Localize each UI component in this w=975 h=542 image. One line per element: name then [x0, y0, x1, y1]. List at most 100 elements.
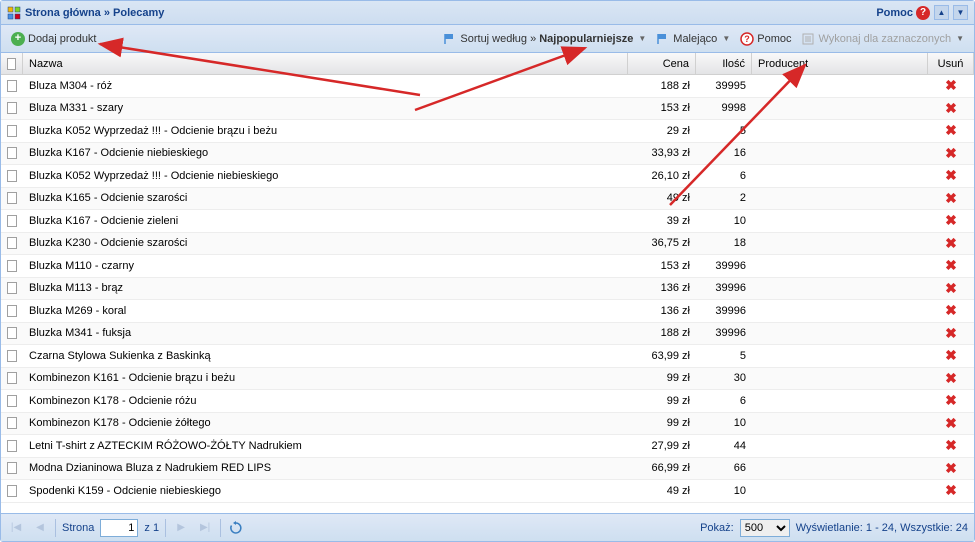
table-row[interactable]: Bluzka M113 - brąz136 zł39996✖ [1, 278, 974, 301]
row-delete-cell[interactable]: ✖ [928, 458, 974, 480]
page-next-button[interactable]: ▶ [172, 519, 190, 537]
table-row[interactable]: Spodenki K159 - Odcienie niebieskiego49 … [1, 480, 974, 503]
row-checkbox-cell[interactable] [1, 255, 23, 277]
row-checkbox-cell[interactable] [1, 368, 23, 390]
row-name-cell[interactable]: Bluzka K052 Wyprzedaż !!! - Odcienie nie… [23, 165, 628, 187]
row-name-cell[interactable]: Bluzka K167 - Odcienie zieleni [23, 210, 628, 232]
row-checkbox-cell[interactable] [1, 458, 23, 480]
row-name-cell[interactable]: Kombinezon K178 - Odcienie żółtego [23, 413, 628, 435]
row-name-cell[interactable]: Bluza M331 - szary [23, 98, 628, 120]
row-name-cell[interactable]: Bluzka M341 - fuksja [23, 323, 628, 345]
close-button[interactable]: ▼ [953, 5, 968, 20]
row-checkbox-cell[interactable] [1, 278, 23, 300]
row-name-cell[interactable]: Letni T-shirt z AZTECKIM RÓŻOWO-ŻÓŁTY Na… [23, 435, 628, 457]
table-row[interactable]: Kombinezon K161 - Odcienie brązu i beżu9… [1, 368, 974, 391]
row-name-cell[interactable]: Bluzka K230 - Odcienie szarości [23, 233, 628, 255]
toolbar-help-button[interactable]: ? Pomoc [736, 30, 795, 48]
table-row[interactable]: Bluza M331 - szary153 zł9998✖ [1, 98, 974, 121]
page-size-select[interactable]: 500 [740, 519, 790, 537]
row-producer-cell [752, 255, 928, 277]
page-number-input[interactable] [100, 519, 138, 537]
row-checkbox-cell[interactable] [1, 435, 23, 457]
refresh-button[interactable] [227, 519, 245, 537]
row-delete-cell[interactable]: ✖ [928, 278, 974, 300]
sort-direction-button[interactable]: Malejąco ▼ [652, 30, 734, 48]
row-delete-cell[interactable]: ✖ [928, 368, 974, 390]
column-header-name[interactable]: Nazwa [23, 53, 628, 74]
row-name-cell[interactable]: Kombinezon K178 - Odcienie różu [23, 390, 628, 412]
row-name-cell[interactable]: Bluza M304 - róż [23, 75, 628, 97]
column-header-checkbox[interactable] [1, 53, 23, 74]
row-checkbox-cell[interactable] [1, 390, 23, 412]
row-name-cell[interactable]: Bluzka M110 - czarny [23, 255, 628, 277]
row-checkbox-cell[interactable] [1, 300, 23, 322]
row-delete-cell[interactable]: ✖ [928, 98, 974, 120]
table-row[interactable]: Bluzka M269 - koral136 zł39996✖ [1, 300, 974, 323]
row-delete-cell[interactable]: ✖ [928, 390, 974, 412]
row-delete-cell[interactable]: ✖ [928, 300, 974, 322]
row-delete-cell[interactable]: ✖ [928, 165, 974, 187]
page-prev-button[interactable]: ◀ [31, 519, 49, 537]
bulk-actions-button[interactable]: Wykonaj dla zaznaczonych ▼ [797, 30, 968, 48]
table-row[interactable]: Bluzka K230 - Odcienie szarości36,75 zł1… [1, 233, 974, 256]
table-row[interactable]: Kombinezon K178 - Odcienie różu99 zł6✖ [1, 390, 974, 413]
column-header-price[interactable]: Cena [628, 53, 696, 74]
row-delete-cell[interactable]: ✖ [928, 435, 974, 457]
row-name-cell[interactable]: Bluzka M269 - koral [23, 300, 628, 322]
row-name-cell[interactable]: Modna Dzianinowa Bluza z Nadrukiem RED L… [23, 458, 628, 480]
row-checkbox-cell[interactable] [1, 75, 23, 97]
table-row[interactable]: Kombinezon K178 - Odcienie żółtego99 zł1… [1, 413, 974, 436]
sort-by-button[interactable]: Sortuj według » Najpopularniejsze ▼ [439, 30, 650, 48]
row-name-cell[interactable]: Spodenki K159 - Odcienie niebieskiego [23, 480, 628, 502]
page-first-button[interactable]: |◀ [7, 519, 25, 537]
checkbox-icon [7, 102, 17, 114]
table-row[interactable]: Bluzka K167 - Odcienie niebieskiego33,93… [1, 143, 974, 166]
table-row[interactable]: Bluza M304 - róż188 zł39995✖ [1, 75, 974, 98]
table-row[interactable]: Bluzka K052 Wyprzedaż !!! - Odcienie nie… [1, 165, 974, 188]
table-row[interactable]: Modna Dzianinowa Bluza z Nadrukiem RED L… [1, 458, 974, 481]
row-checkbox-cell[interactable] [1, 165, 23, 187]
table-row[interactable]: Bluzka M341 - fuksja188 zł39996✖ [1, 323, 974, 346]
table-row[interactable]: Bluzka K167 - Odcienie zieleni39 zł10✖ [1, 210, 974, 233]
row-name-cell[interactable]: Kombinezon K161 - Odcienie brązu i beżu [23, 368, 628, 390]
row-producer-cell [752, 120, 928, 142]
help-link[interactable]: Pomoc ? [876, 6, 930, 20]
row-delete-cell[interactable]: ✖ [928, 480, 974, 502]
row-checkbox-cell[interactable] [1, 323, 23, 345]
table-row[interactable]: Letni T-shirt z AZTECKIM RÓŻOWO-ŻÓŁTY Na… [1, 435, 974, 458]
row-checkbox-cell[interactable] [1, 188, 23, 210]
row-name-cell[interactable]: Czarna Stylowa Sukienka z Baskinką [23, 345, 628, 367]
column-header-qty[interactable]: Ilość [696, 53, 752, 74]
row-checkbox-cell[interactable] [1, 345, 23, 367]
collapse-up-button[interactable]: ▲ [934, 5, 949, 20]
row-name-cell[interactable]: Bluzka M113 - brąz [23, 278, 628, 300]
row-checkbox-cell[interactable] [1, 233, 23, 255]
row-checkbox-cell[interactable] [1, 210, 23, 232]
row-checkbox-cell[interactable] [1, 143, 23, 165]
row-delete-cell[interactable]: ✖ [928, 75, 974, 97]
row-checkbox-cell[interactable] [1, 480, 23, 502]
add-product-button[interactable]: + Dodaj produkt [7, 30, 101, 48]
column-header-delete[interactable]: Usuń [928, 53, 974, 74]
table-row[interactable]: Bluzka K052 Wyprzedaż !!! - Odcienie brą… [1, 120, 974, 143]
table-row[interactable]: Bluzka M110 - czarny153 zł39996✖ [1, 255, 974, 278]
row-delete-cell[interactable]: ✖ [928, 345, 974, 367]
row-delete-cell[interactable]: ✖ [928, 233, 974, 255]
row-name-cell[interactable]: Bluzka K052 Wyprzedaż !!! - Odcienie brą… [23, 120, 628, 142]
column-header-producer[interactable]: Producent [752, 53, 928, 74]
row-name-cell[interactable]: Bluzka K165 - Odcienie szarości [23, 188, 628, 210]
row-checkbox-cell[interactable] [1, 413, 23, 435]
row-delete-cell[interactable]: ✖ [928, 413, 974, 435]
table-row[interactable]: Bluzka K165 - Odcienie szarości49 zł2✖ [1, 188, 974, 211]
row-name-cell[interactable]: Bluzka K167 - Odcienie niebieskiego [23, 143, 628, 165]
row-checkbox-cell[interactable] [1, 98, 23, 120]
table-row[interactable]: Czarna Stylowa Sukienka z Baskinką63,99 … [1, 345, 974, 368]
row-checkbox-cell[interactable] [1, 120, 23, 142]
row-delete-cell[interactable]: ✖ [928, 210, 974, 232]
row-delete-cell[interactable]: ✖ [928, 323, 974, 345]
page-last-button[interactable]: ▶| [196, 519, 214, 537]
row-delete-cell[interactable]: ✖ [928, 143, 974, 165]
row-delete-cell[interactable]: ✖ [928, 120, 974, 142]
row-delete-cell[interactable]: ✖ [928, 255, 974, 277]
row-delete-cell[interactable]: ✖ [928, 188, 974, 210]
